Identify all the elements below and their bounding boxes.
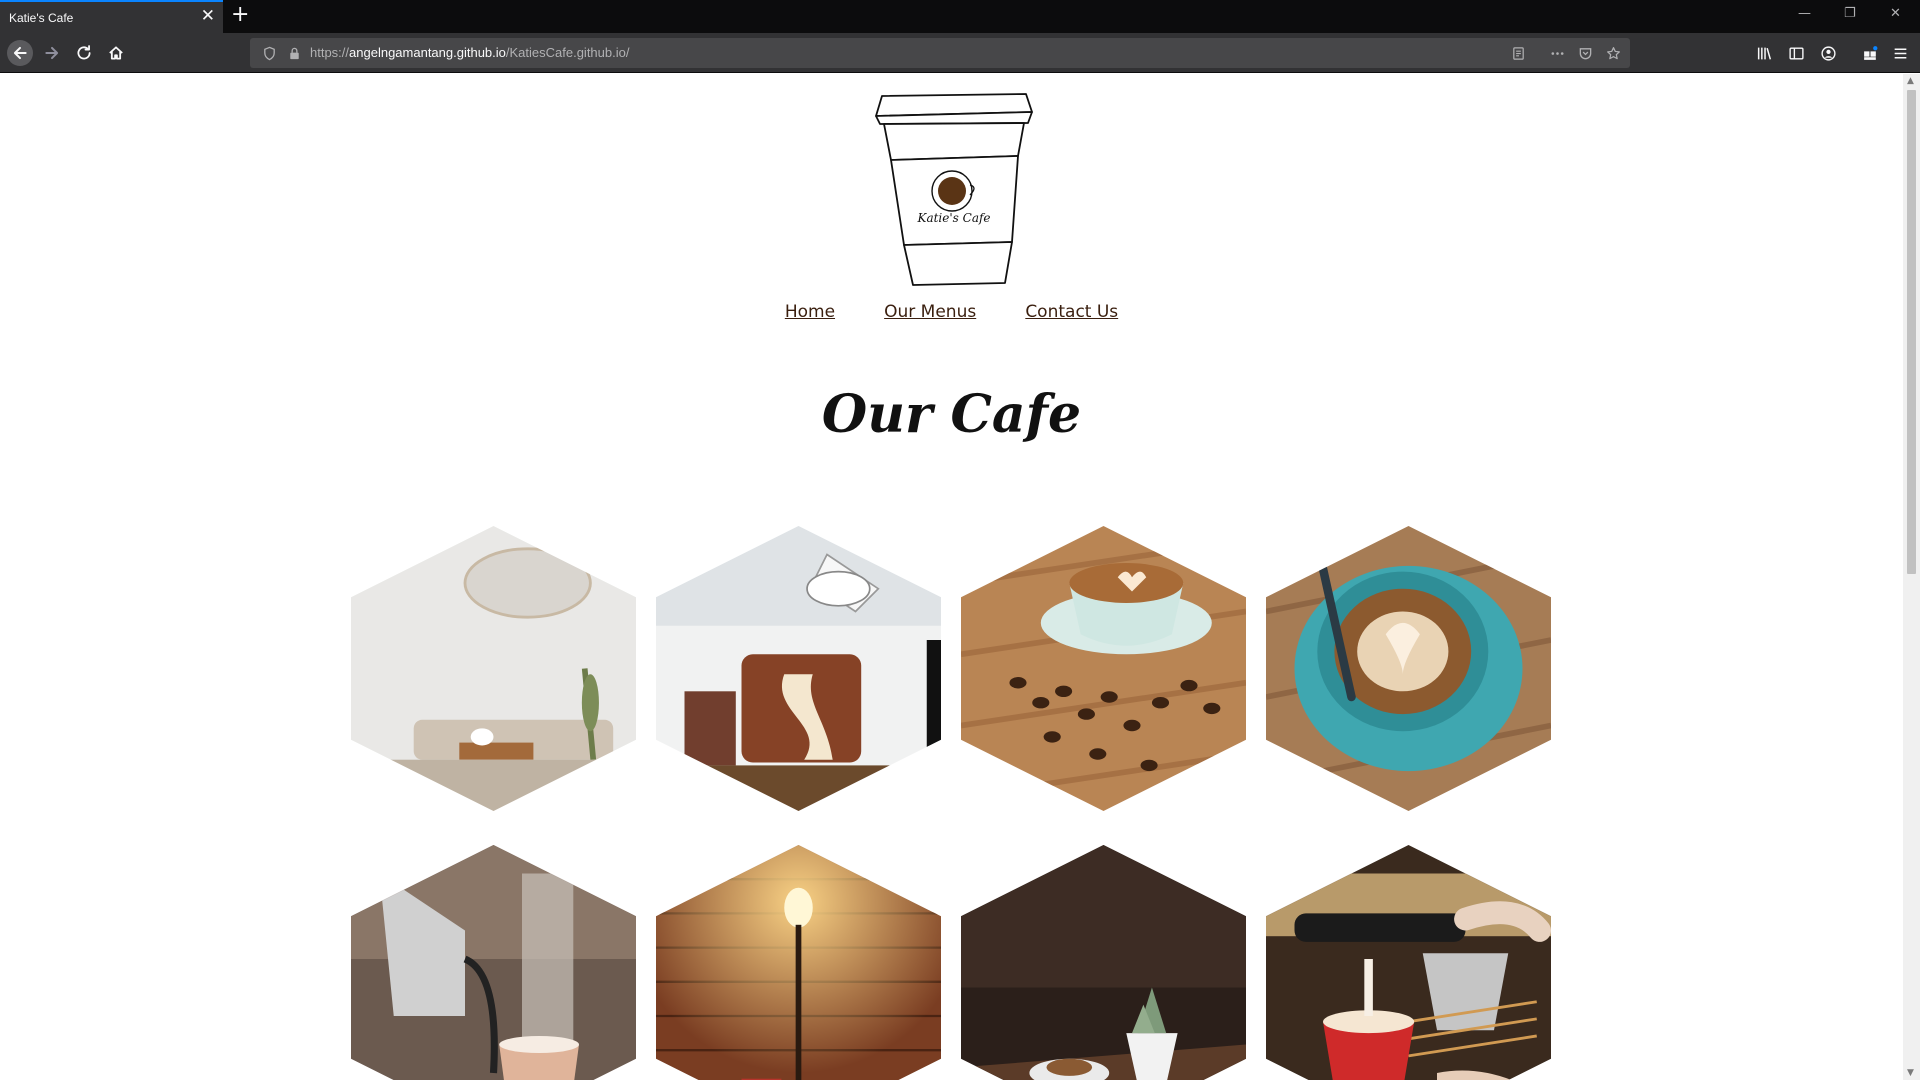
shield-icon[interactable] [260,44,278,62]
espresso-machine-image [1266,845,1551,1080]
home-icon[interactable] [103,40,129,66]
window-close-icon[interactable]: ✕ [1890,6,1901,21]
bookmark-star-icon[interactable] [1604,44,1622,62]
coffee-succulent-image [961,845,1246,1080]
url-path: /KatiesCafe.github.io/ [505,45,630,60]
minimize-icon[interactable]: — [1798,6,1811,21]
site-nav: Home Our Menus Contact Us [0,302,1903,322]
new-tab-icon[interactable]: + [231,4,249,26]
url-text[interactable]: https://angelngamantang.github.io/Katies… [310,45,629,60]
back-icon[interactable] [7,40,33,66]
forward-icon[interactable] [39,40,65,66]
more-actions-icon[interactable] [1548,44,1566,62]
lock-icon[interactable] [285,44,303,62]
url-host: angelngamantang.github.io [349,45,506,60]
nav-link-our-menus[interactable]: Our Menus [884,302,976,322]
restore-icon[interactable]: ❐ [1844,6,1856,21]
reload-icon[interactable] [71,40,97,66]
browser-tab[interactable]: Katie's Cafe ✕ [0,0,223,33]
kettle-pour-image [351,845,636,1080]
logo-text: Katie's Cafe [916,211,990,225]
address-bar[interactable]: https://angelngamantang.github.io/Katies… [250,38,1630,68]
scroll-thumb[interactable] [1907,90,1916,574]
browser-toolbar: https://angelngamantang.github.io/Katies… [0,33,1920,73]
nav-link-home[interactable]: Home [785,302,835,322]
url-scheme: https:// [310,45,350,60]
pour-over-coffee-image [656,526,941,811]
cafe-logo: Katie's Cafe [875,93,1033,286]
hamburger-menu-icon[interactable] [1890,43,1910,63]
tab-bar: Katie's Cafe ✕ + — ❐ ✕ [0,0,1920,33]
latte-beans-image [961,526,1246,811]
page-title: Our Cafe [821,384,1082,445]
reader-view-icon[interactable] [1509,44,1527,62]
library-icon[interactable] [1754,43,1774,63]
sidebar-icon[interactable] [1786,43,1806,63]
brick-wall-lamp-image [656,845,941,1080]
account-icon[interactable] [1818,43,1838,63]
scroll-up-icon[interactable]: ▲ [1907,76,1914,86]
page-scrollbar[interactable]: ▲ ▼ [1903,74,1920,1080]
page-viewport: Katie's Cafe Home Our Menus Contact Us O… [0,74,1903,1080]
scroll-down-icon[interactable]: ▼ [1907,1068,1914,1078]
nav-link-contact-us[interactable]: Contact Us [1025,302,1118,322]
cafe-interior-image [351,526,636,811]
extensions-icon[interactable] [1860,43,1880,63]
tab-title: Katie's Cafe [9,11,74,25]
tab-close-icon[interactable]: ✕ [201,8,215,25]
pocket-icon[interactable] [1576,44,1594,62]
latte-art-image [1266,526,1551,811]
